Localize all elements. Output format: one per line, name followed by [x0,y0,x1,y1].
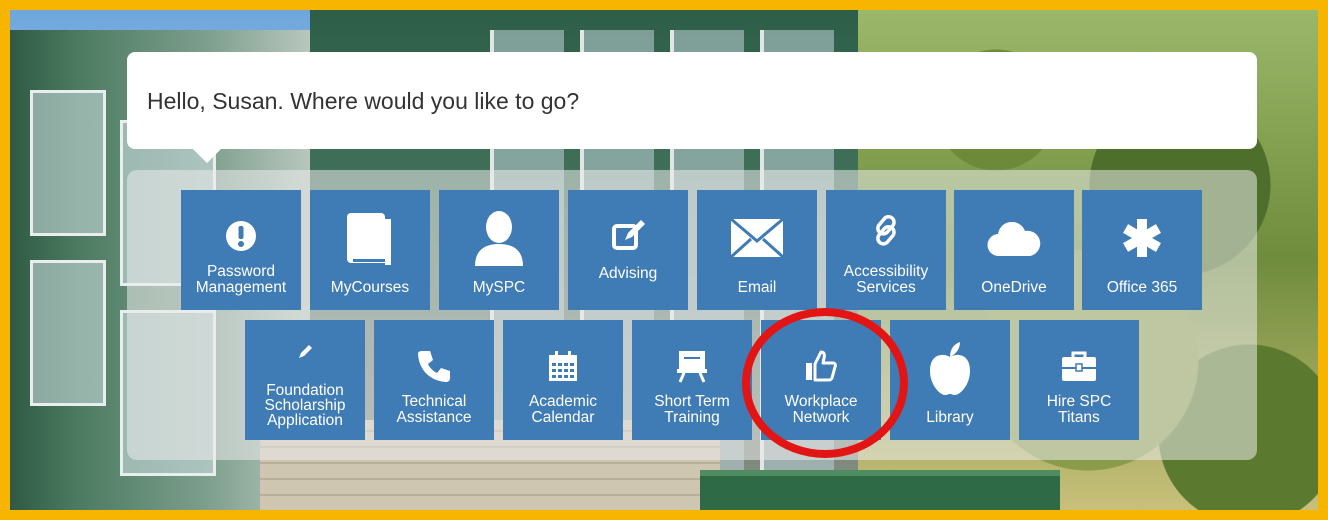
tile-label: Application [267,412,343,429]
tile-label: Hire SPC [1046,393,1112,410]
pencil-icon [245,340,365,364]
user-icon [439,208,559,268]
apple-icon [890,338,1010,398]
tile-label: Scholarship [264,397,346,414]
greeting-bubble: Hello, Susan. Where would you like to go… [127,52,1257,163]
tile-short-term-training[interactable]: Short Term Training [632,320,752,440]
tile-onedrive[interactable]: OneDrive [954,190,1074,310]
tile-office-365[interactable]: Office 365 [1082,190,1202,310]
tile-hire-spc-titans[interactable]: Hire SPC Titans [1019,320,1139,440]
exclamation-circle-icon [181,212,301,260]
tile-label: Academic [528,393,598,410]
tile-mycourses[interactable]: MyCourses [310,190,430,310]
tile-label: Calendar [531,409,595,426]
tile-technical-assistance[interactable]: Technical Assistance [374,320,494,440]
tile-label: MyCourses [330,279,410,296]
tile-academic-calendar[interactable]: Academic Calendar [503,320,623,440]
tile-label: Workplace [784,393,858,410]
tile-foundation-scholarship-application[interactable]: Foundation Scholarship Application [245,320,365,440]
tile-library[interactable]: Library [890,320,1010,440]
tile-label: MySPC [472,279,526,296]
tile-label: Titans [1058,409,1100,426]
tile-advising[interactable]: Advising [568,190,688,310]
phone-icon [374,342,494,390]
cloud-icon [954,216,1074,264]
tile-label: Accessibility [843,263,929,280]
tile-password-management[interactable]: Password Management [181,190,301,310]
tile-accessibility-services[interactable]: Accessibility Services [826,190,946,310]
tile-label: Email [737,279,777,296]
tile-label: Training [664,409,720,426]
thumbs-up-icon [761,342,881,390]
envelope-icon [697,214,817,262]
book-icon [310,208,430,268]
tile-label: Assistance [396,409,472,426]
briefcase-icon [1019,342,1139,390]
greeting-text: Hello, Susan. Where would you like to go… [147,88,580,114]
calendar-icon [503,342,623,390]
tile-label: OneDrive [981,279,1047,296]
tile-email[interactable]: Email [697,190,817,310]
tile-label: Office 365 [1106,279,1178,296]
tile-myspc[interactable]: MySPC [439,190,559,310]
tile-label: Foundation [266,382,344,399]
tile-label: Advising [598,265,658,282]
tile-label: Library [926,409,974,426]
asterisk-icon [1082,214,1202,262]
tile-workplace-network[interactable]: Workplace Network [761,320,881,440]
tile-label: Short Term [654,393,730,410]
presentation-icon [632,342,752,390]
edit-icon [568,212,688,260]
tile-label: Technical [401,393,467,410]
tile-label: Password [206,263,276,280]
tile-label: Services [856,279,916,296]
tile-label: Network [792,409,850,426]
tile-label: Management [195,279,287,296]
link-icon [826,206,946,254]
